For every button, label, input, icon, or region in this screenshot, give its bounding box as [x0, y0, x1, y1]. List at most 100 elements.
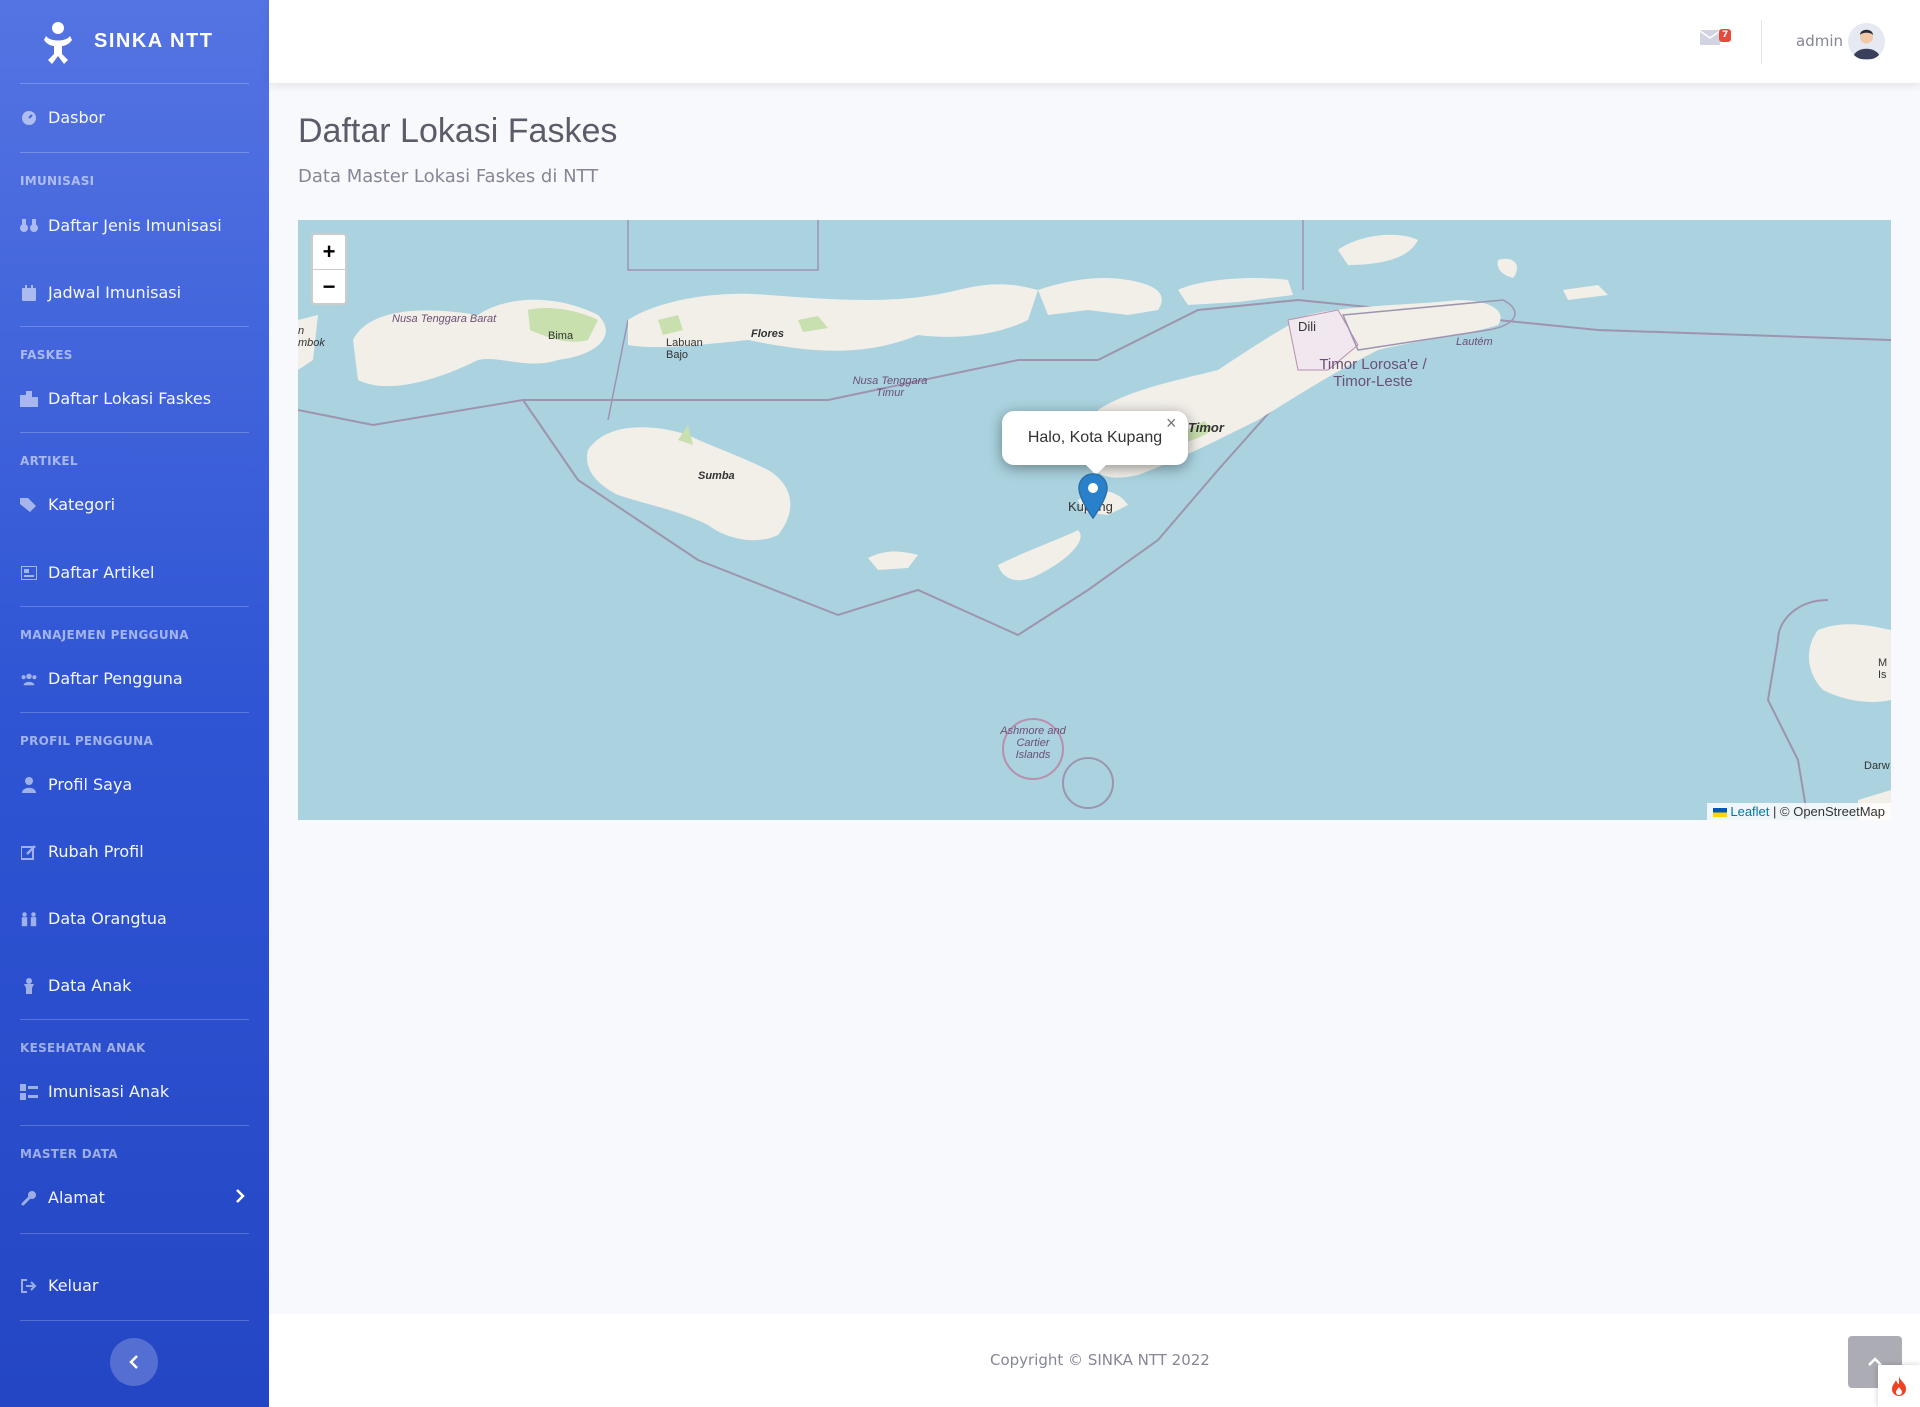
users-icon [20, 670, 38, 688]
close-icon[interactable]: × [1166, 413, 1177, 434]
heading-manajemen-pengguna: MANAJEMEN PENGGUNA [20, 628, 189, 642]
page-subtitle: Data Master Lokasi Faskes di NTT [298, 166, 599, 187]
wrench-icon [20, 1189, 38, 1207]
map-label: Bima [548, 330, 574, 342]
divider [20, 432, 249, 433]
heading-imunisasi: IMUNISASI [20, 174, 95, 188]
divider [20, 326, 249, 327]
chevron-right-icon [235, 1188, 245, 1208]
fire-icon[interactable] [1878, 1365, 1920, 1407]
nav-data-orangtua[interactable]: Data Orangtua [0, 909, 167, 928]
nav-label: Kategori [48, 495, 116, 514]
heading-profil-pengguna: PROFIL PENGGUNA [20, 734, 154, 748]
binoculars-icon [20, 217, 38, 235]
map-popup: Halo, Kota Kupang [1002, 411, 1188, 465]
nav-data-anak[interactable]: Data Anak [0, 976, 131, 995]
map-marker-icon[interactable] [1078, 473, 1108, 519]
edit-icon [20, 843, 38, 861]
page-title: Daftar Lokasi Faskes [298, 112, 618, 150]
nav-profil-saya[interactable]: Profil Saya [0, 775, 132, 794]
zoom-in-button[interactable]: + [313, 235, 345, 269]
heading-master-data: MASTER DATA [20, 1147, 118, 1161]
divider [20, 712, 249, 713]
map-label: Nusa Tenggara Barat [392, 313, 497, 325]
sidebar: SINKA NTT Dasbor IMUNISASI Daftar Jenis … [0, 0, 269, 1407]
divider [20, 152, 249, 153]
nav-daftar-jenis-imunisasi[interactable]: Daftar Jenis Imunisasi [0, 216, 222, 235]
nav-label: Imunisasi Anak [48, 1082, 170, 1101]
nav-label: Dasbor [48, 108, 105, 127]
divider [20, 83, 249, 84]
child-icon [20, 977, 38, 995]
heading-faskes: FASKES [20, 348, 73, 362]
map-label: Labuan Bajo [666, 337, 703, 361]
tags-icon [20, 496, 38, 514]
nav-label: Data Anak [48, 976, 132, 995]
sidebar-toggle-button[interactable] [110, 1338, 158, 1386]
map-tiles[interactable] [298, 220, 1891, 820]
nav-label: Daftar Artikel [48, 563, 155, 582]
divider [20, 606, 249, 607]
nav-label: Keluar [48, 1276, 99, 1295]
map-label: Nusa Tenggara Timur [852, 375, 928, 399]
child-logo-icon [44, 21, 72, 64]
copyright-text: Copyright © SINKA NTT 2022 [990, 1351, 1210, 1369]
brand[interactable]: SINKA NTT [0, 0, 269, 83]
calendar-icon [20, 284, 38, 302]
map-label: M Is [1878, 657, 1888, 681]
nav-daftar-artikel[interactable]: Daftar Artikel [0, 563, 154, 582]
nav-label: Daftar Pengguna [48, 669, 183, 688]
nav-imunisasi-anak[interactable]: Imunisasi Anak [0, 1082, 169, 1101]
nav-daftar-lokasi-faskes[interactable]: Daftar Lokasi Faskes [0, 389, 211, 408]
topbar-divider [1761, 20, 1762, 64]
envelope-icon[interactable] [1699, 30, 1721, 49]
map-label: Timor Lorosa'e / Timor-Leste [1319, 356, 1427, 390]
map-attribution: Leaflet | © OpenStreetMap [1706, 803, 1891, 820]
newspaper-icon [20, 564, 38, 582]
divider [20, 1233, 249, 1234]
nav-label: Rubah Profil [48, 842, 144, 861]
zoom-out-button[interactable]: − [313, 269, 345, 303]
nav-label: Profil Saya [48, 775, 133, 794]
map-label: Darw [1864, 760, 1890, 772]
leaflet-link[interactable]: Leaflet [1730, 804, 1769, 819]
tachometer-icon [20, 109, 38, 127]
chevron-left-icon [129, 1355, 138, 1369]
nav-dasbor[interactable]: Dasbor [0, 108, 105, 127]
nav-label: Alamat [48, 1188, 105, 1207]
heading-kesehatan-anak: KESEHATAN ANAK [20, 1041, 146, 1055]
nav-keluar[interactable]: Keluar [0, 1276, 99, 1295]
nav-label: Jadwal Imunisasi [48, 283, 182, 302]
divider [20, 1320, 249, 1321]
heading-artikel: ARTIKEL [20, 454, 78, 468]
nav-label: Daftar Jenis Imunisasi [48, 216, 222, 235]
map-label: Sumba [698, 470, 735, 482]
user-icon [20, 776, 38, 794]
nav-jadwal-imunisasi[interactable]: Jadwal Imunisasi [0, 283, 181, 302]
ukraine-flag-icon [1712, 808, 1727, 818]
map-label: Flores [751, 328, 785, 340]
nav-kategori[interactable]: Kategori [0, 495, 115, 514]
nav-label: Data Orangtua [48, 909, 167, 928]
nav-daftar-pengguna[interactable]: Daftar Pengguna [0, 669, 183, 688]
map-label: n mbok [298, 325, 325, 349]
user-name[interactable]: admin [1796, 32, 1843, 50]
map-label: Lautém [1456, 336, 1493, 348]
topbar [269, 0, 1920, 83]
sign-out-icon [20, 1277, 38, 1295]
attribution-text: | © OpenStreetMap [1773, 804, 1885, 819]
zoom-control: + − [311, 233, 347, 305]
nav-alamat[interactable]: Alamat [0, 1188, 269, 1207]
brand-name: SINKA NTT [94, 30, 214, 52]
building-icon [20, 390, 38, 408]
nav-label: Daftar Lokasi Faskes [48, 389, 212, 408]
divider [20, 1019, 249, 1020]
message-count-badge: 7 [1719, 29, 1732, 42]
user-avatar[interactable] [1848, 23, 1885, 60]
family-icon [20, 910, 38, 928]
divider [20, 1125, 249, 1126]
map-label: Timor [1188, 420, 1224, 435]
popup-text: Halo, Kota Kupang [1027, 429, 1163, 446]
map[interactable]: Nusa Tenggara Barat Bima Labuan Bajo Flo… [298, 220, 1891, 820]
nav-rubah-profil[interactable]: Rubah Profil [0, 842, 144, 861]
